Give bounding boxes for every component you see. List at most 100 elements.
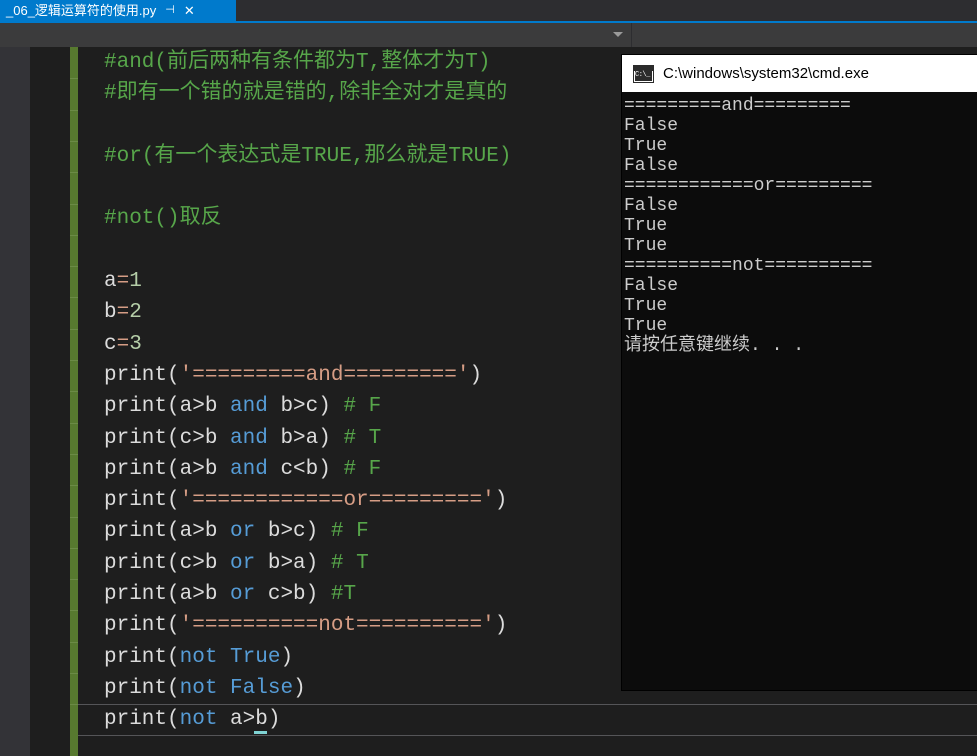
code-token: 1 (129, 270, 142, 294)
console-output-line: ============or========= (624, 176, 873, 196)
change-bar-tick (70, 234, 78, 236)
console-output-line: False (624, 196, 679, 216)
code-token: or (230, 583, 256, 607)
code-token: #not()取反 (104, 207, 222, 231)
code-token: a (104, 270, 117, 294)
code-token: or (230, 520, 256, 544)
pin-tab-icon[interactable]: ⊣ (165, 0, 175, 21)
cmd-console-window[interactable]: C:\windows\system32\cmd.exe =========and… (622, 55, 977, 690)
code-token: b>a) (255, 551, 331, 575)
indicator-margin[interactable] (0, 47, 30, 756)
code-token: b (104, 301, 117, 325)
code-token: True (230, 645, 281, 669)
code-token: print( (104, 708, 180, 732)
navigation-bar (0, 21, 977, 47)
code-token: #即有一个错的就是错的,除非全对才是真的 (104, 82, 508, 106)
console-output-line: False (624, 276, 679, 296)
change-bar-tick (70, 641, 78, 643)
change-bar-tick (70, 579, 78, 581)
change-bar-tick (70, 109, 78, 111)
code-line-current[interactable]: print(not a>b) (78, 704, 977, 736)
code-token: # F (343, 457, 382, 481)
glyph-margin[interactable] (30, 47, 70, 756)
code-token: # T (330, 551, 369, 575)
console-output-line: =========and========= (624, 96, 851, 116)
change-bar-tick (70, 360, 78, 361)
code-token: print( (104, 645, 180, 669)
code-token: print( (104, 363, 180, 387)
change-bar-tick (70, 266, 78, 268)
change-bar-tick (70, 673, 78, 674)
code-token: and (230, 457, 268, 481)
tab-label: _06_逻辑运算符的使用.py (6, 3, 157, 18)
code-token: # F (330, 520, 369, 544)
close-tab-icon[interactable]: ✕ (184, 0, 195, 21)
code-token: b>c) (267, 395, 344, 419)
code-token: '============or=========' (179, 489, 495, 513)
code-token: print(c>b (104, 551, 231, 575)
console-output-line: True (624, 136, 668, 156)
code-token: # F (343, 395, 382, 419)
chevron-down-icon[interactable] (613, 32, 623, 37)
code-token: a>b) (217, 708, 281, 732)
change-bar-tick (70, 516, 78, 518)
code-token: and (230, 395, 268, 419)
console-output[interactable]: =========and========= False True False =====… (622, 92, 977, 690)
code-token: ) (494, 489, 508, 513)
code-token: = (116, 332, 130, 356)
tab-python-file[interactable]: _06_逻辑运算符的使用.py ⊣ ✕ (0, 0, 236, 21)
code-token: print(a>b (104, 583, 231, 607)
change-bar-tick (70, 203, 78, 205)
console-output-line: True (624, 216, 668, 236)
console-title-bar[interactable]: C:\windows\system32\cmd.exe (622, 55, 977, 92)
console-output-line: True (624, 296, 668, 316)
code-token: #or(有一个表达式是TRUE,那么就是TRUE) (104, 144, 512, 168)
code-token: b>a) (267, 426, 344, 450)
code-token: = (116, 270, 130, 294)
text-caret (254, 730, 267, 734)
change-bar-tick (70, 422, 78, 424)
code-token: b>c) (255, 520, 331, 544)
console-output-line: True (624, 236, 668, 256)
change-bar-tick (70, 704, 78, 706)
console-output-line: False (624, 116, 679, 136)
navigation-type-dropdown[interactable] (0, 23, 632, 47)
code-token: # T (343, 426, 382, 450)
code-token: ) (280, 645, 294, 669)
code-token: ) (494, 614, 508, 638)
change-tracking-bar (70, 47, 78, 756)
change-bar-tick (70, 297, 78, 299)
console-output-line: True (624, 316, 668, 336)
code-token: #and(前后两种有条件都为T,整体才为T) (104, 51, 491, 74)
code-token: c<b) (267, 457, 344, 481)
navigation-member-dropdown[interactable] (633, 23, 977, 47)
code-token: or (230, 551, 256, 575)
code-token: print(a>b (104, 457, 231, 481)
change-bar-tick (70, 172, 78, 174)
change-bar-tick (70, 547, 78, 549)
code-token: 2 (129, 301, 142, 325)
code-token: not (179, 708, 218, 732)
code-token: c>b) (255, 583, 331, 607)
change-bar-tick (70, 610, 78, 612)
code-token: print( (104, 614, 180, 638)
console-title-label: C:\windows\system32\cmd.exe (663, 65, 869, 82)
code-token: False (230, 676, 294, 700)
change-bar-tick (70, 328, 78, 330)
code-token: c (104, 332, 117, 356)
code-token: ) (469, 363, 483, 387)
code-token: not (179, 676, 218, 700)
console-output-line: False (624, 156, 679, 176)
code-token: '==========not==========' (179, 614, 495, 638)
change-bar-tick (70, 391, 78, 393)
change-bar-tick (70, 140, 78, 142)
code-token: ) (293, 676, 306, 700)
code-token: print( (104, 489, 180, 513)
change-bar-tick (70, 485, 78, 487)
code-token: print(a>b (104, 395, 231, 419)
code-token: print( (104, 676, 180, 700)
cmd-icon (633, 64, 654, 83)
code-token: = (116, 301, 130, 325)
